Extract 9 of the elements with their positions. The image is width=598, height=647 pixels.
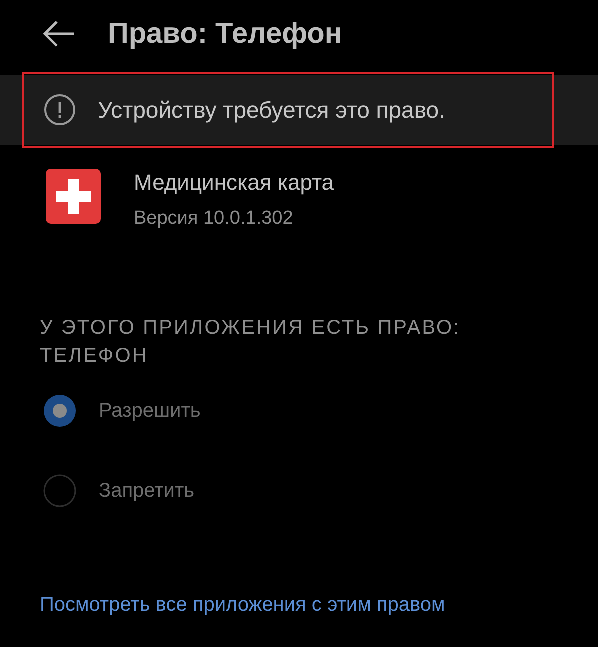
app-version: Версия 10.0.1.302 [134, 208, 294, 230]
exclamation-icon [44, 94, 76, 126]
notice-text: Устройству требуется это право. [98, 96, 446, 124]
app-icon [46, 169, 101, 224]
view-all-apps-link[interactable]: Посмотреть все приложения с этим правом [40, 594, 446, 617]
back-arrow-icon[interactable] [42, 20, 76, 48]
app-name: Медицинская карта [134, 170, 334, 196]
screen-title: Право: Телефон [108, 18, 342, 50]
section-header: У ЭТОГО ПРИЛОЖЕНИЯ ЕСТЬ ПРАВО: ТЕЛЕФОН [40, 316, 462, 369]
